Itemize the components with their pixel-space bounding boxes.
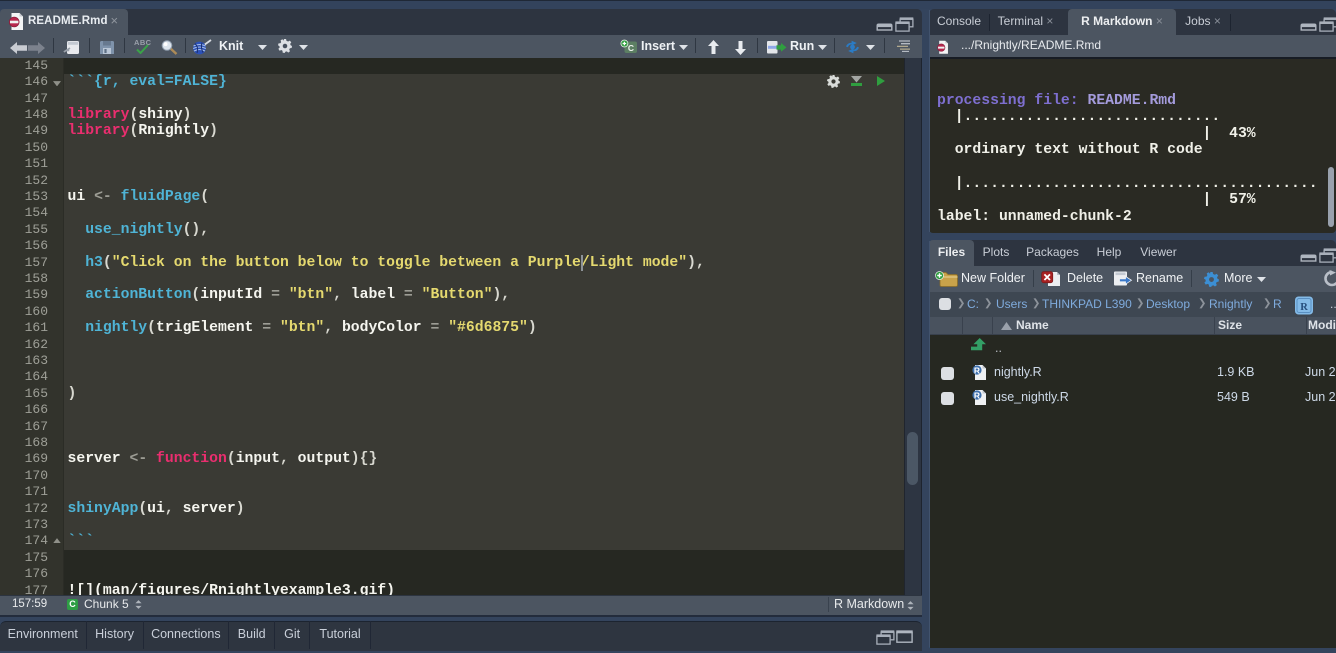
svg-text:C: C [628, 43, 634, 53]
svg-text:R: R [1300, 301, 1308, 312]
svg-text:R: R [974, 365, 980, 375]
svg-text:R: R [974, 390, 980, 400]
